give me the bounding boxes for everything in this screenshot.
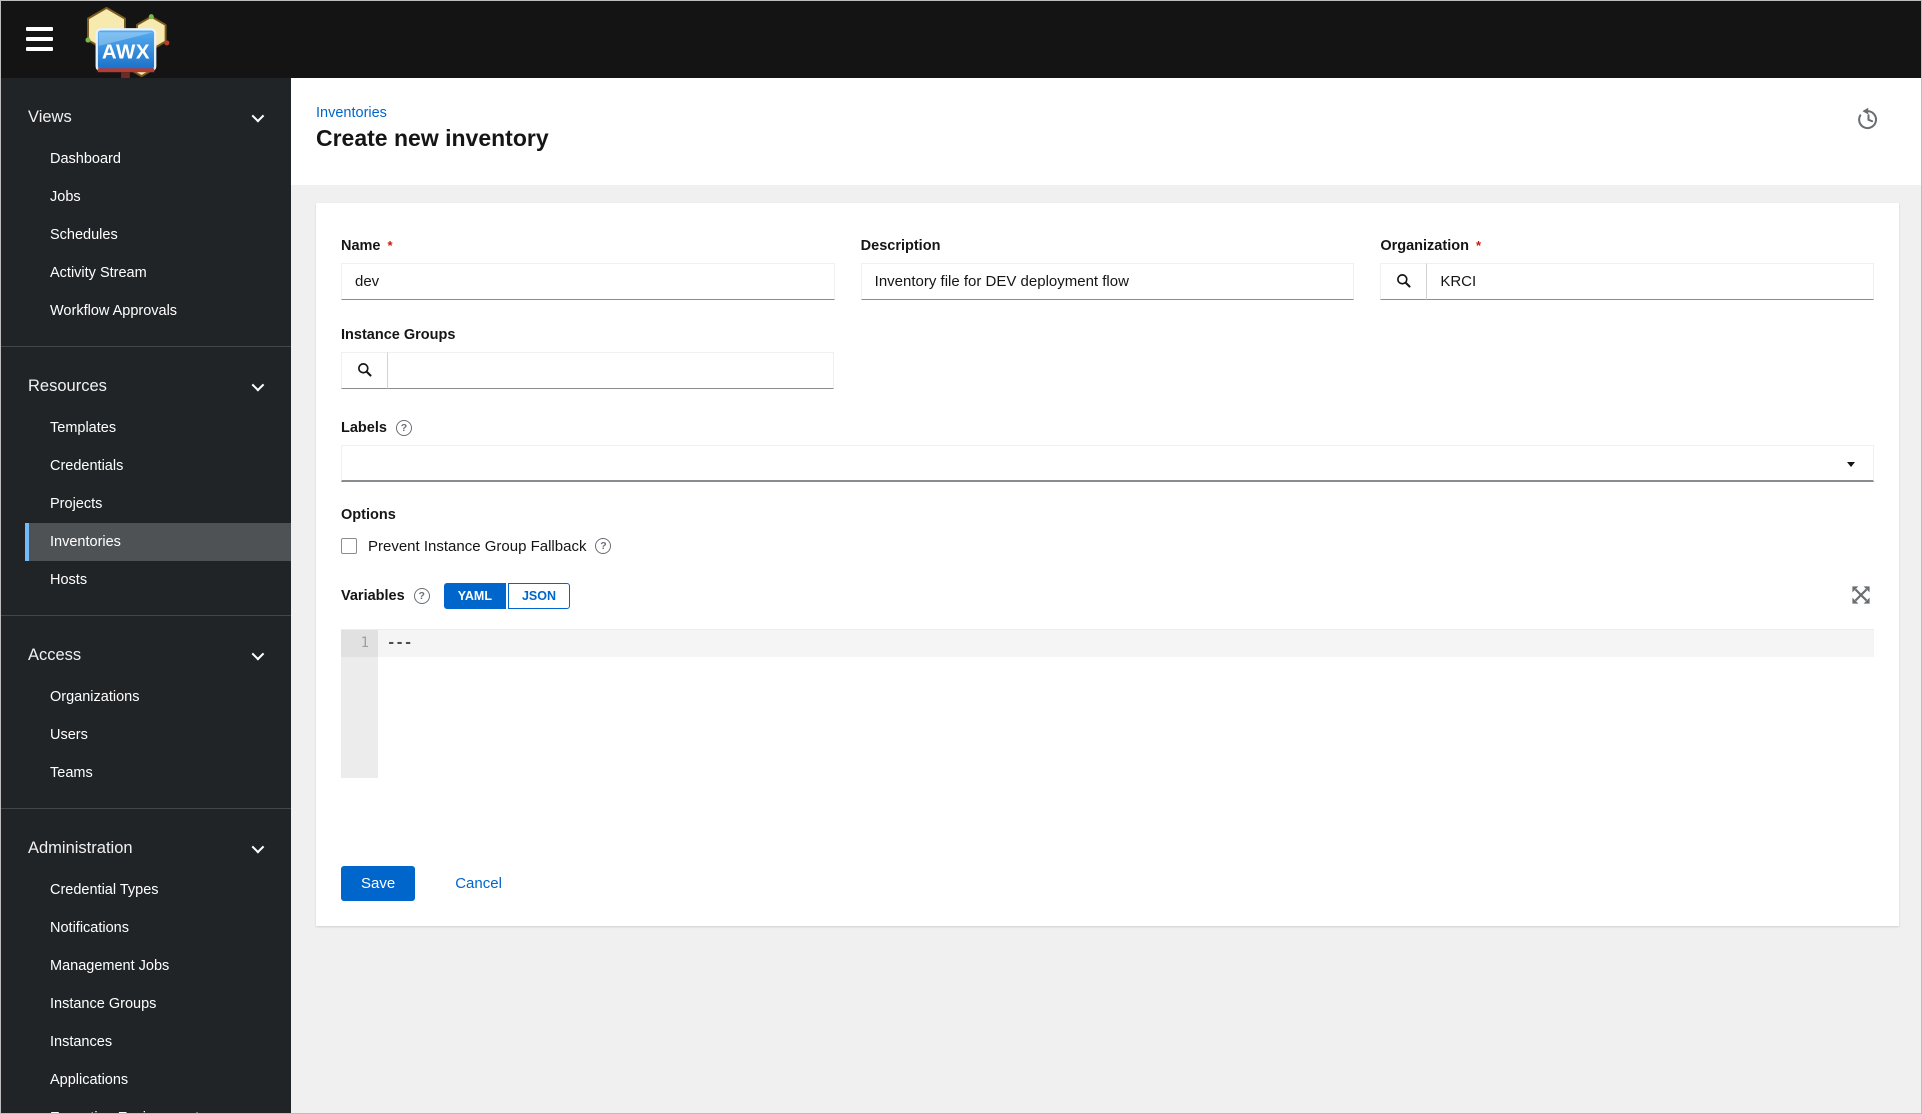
labels-label: Labels ? [341,419,1874,436]
sidebar-group-resources[interactable]: Resources [1,363,291,409]
required-asterisk: * [1475,238,1482,253]
chevron-down-icon [251,378,265,391]
page-title: Create new inventory [316,125,549,151]
sidebar-item-templates[interactable]: Templates [1,409,291,447]
required-asterisk: * [387,238,393,253]
options-group: Options Prevent Instance Group Fallback … [341,506,1874,557]
instance-groups-field-group: Instance Groups [341,326,834,389]
caret-down-icon [1847,462,1855,467]
prevent-fallback-checkbox[interactable] [341,538,357,554]
breadcrumb-inventories-link[interactable]: Inventories [316,105,387,121]
editor-line-1: --- [378,630,1874,657]
organization-field-group: Organization * [1380,237,1874,300]
sidebar-item-management-jobs[interactable]: Management Jobs [1,947,291,985]
labels-select[interactable] [341,445,1874,482]
description-field-group: Description [860,237,1355,300]
name-input[interactable] [341,263,835,300]
form-actions: Save Cancel [341,866,1874,901]
sidebar-item-hosts[interactable]: Hosts [1,561,291,599]
sidebar-group-access[interactable]: Access [1,632,291,678]
sidebar-item-inventories[interactable]: Inventories [25,523,291,561]
hamburger-menu-icon[interactable] [26,27,53,51]
sidebar-navigation: Views Dashboard Jobs Schedules Activity … [1,78,291,1113]
sidebar-item-credentials[interactable]: Credentials [1,447,291,485]
svg-text:AWX: AWX [102,41,150,64]
editor-line-gutter: 1 [341,630,378,778]
sidebar-item-activity-stream[interactable]: Activity Stream [1,254,291,292]
sidebar-item-notifications[interactable]: Notifications [1,909,291,947]
editor-code-area[interactable]: --- [378,630,1874,778]
sidebar-section-access: Access Organizations Users Teams [1,615,291,808]
cancel-button[interactable]: Cancel [455,875,502,892]
chevron-down-icon [251,840,265,853]
labels-field-group: Labels ? [341,419,1874,482]
create-inventory-form-card: Name * Description Organization * [316,203,1899,926]
variables-code-editor: 1 --- [341,629,1874,778]
name-label: Name * [341,237,393,254]
sidebar-section-administration: Administration Credential Types Notifica… [1,808,291,1113]
save-button[interactable]: Save [341,866,416,901]
expand-editor-button[interactable] [1848,583,1874,609]
variables-header-row: Variables ? YAML JSON [341,583,1874,609]
sidebar-item-jobs[interactable]: Jobs [1,178,291,216]
chevron-down-icon [251,647,265,660]
organization-search-button[interactable] [1380,263,1428,300]
variables-help-icon[interactable]: ? [413,588,430,604]
expand-arrows-icon [1849,586,1873,610]
prevent-fallback-label[interactable]: Prevent Instance Group Fallback [368,538,586,555]
history-button[interactable] [1853,106,1883,136]
sidebar-group-views[interactable]: Views [1,94,291,140]
top-navbar: AWX ? [1,1,1921,80]
monitor: AWX [95,28,157,79]
sidebar-item-workflow-approvals[interactable]: Workflow Approvals [1,292,291,330]
search-icon [355,360,374,382]
sidebar-item-applications[interactable]: Applications [1,1061,291,1099]
form-row-1: Name * Description Organization * [341,237,1874,300]
sidebar-item-dashboard[interactable]: Dashboard [1,140,291,178]
variables-mode-toggle: YAML JSON [443,583,570,609]
yaml-toggle-button[interactable]: YAML [443,583,506,609]
sidebar-group-administration[interactable]: Administration [1,825,291,871]
sidebar-section-resources: Resources Templates Credentials Projects… [1,346,291,615]
awx-logo[interactable]: AWX [76,4,173,80]
name-field-group: Name * [341,237,835,300]
instance-groups-label: Instance Groups [341,326,456,343]
sidebar-item-teams[interactable]: Teams [1,754,291,792]
instance-groups-input[interactable] [388,352,834,389]
awx-application-window: AWX ? [0,0,1922,1114]
json-toggle-button[interactable]: JSON [507,583,570,609]
search-icon [1394,271,1413,293]
line-number: 1 [341,630,378,657]
sidebar-item-instance-groups[interactable]: Instance Groups [1,985,291,1023]
sidebar-item-users[interactable]: Users [1,716,291,754]
variables-label: Variables ? [341,588,430,605]
description-label: Description [860,237,941,254]
sidebar-item-execution-environments[interactable]: Execution Environments [1,1099,291,1113]
sidebar-item-projects[interactable]: Projects [1,485,291,523]
prevent-fallback-help-icon[interactable]: ? [595,538,612,554]
sidebar-item-instances[interactable]: Instances [1,1023,291,1061]
history-icon [1855,107,1882,136]
options-heading: Options [341,506,396,523]
page-header: Inventories Create new inventory [291,78,1921,185]
sidebar-item-credential-types[interactable]: Credential Types [1,871,291,909]
prevent-fallback-row: Prevent Instance Group Fallback ? [341,535,1874,557]
organization-label: Organization * [1380,237,1482,254]
sidebar-section-views: Views Dashboard Jobs Schedules Activity … [1,78,291,346]
chevron-down-icon [251,109,265,122]
description-input[interactable] [860,263,1355,300]
sidebar-item-schedules[interactable]: Schedules [1,216,291,254]
organization-input[interactable] [1427,263,1874,300]
instance-groups-search-button[interactable] [341,352,388,389]
sidebar-item-organizations[interactable]: Organizations [1,678,291,716]
labels-help-icon[interactable]: ? [395,419,412,436]
